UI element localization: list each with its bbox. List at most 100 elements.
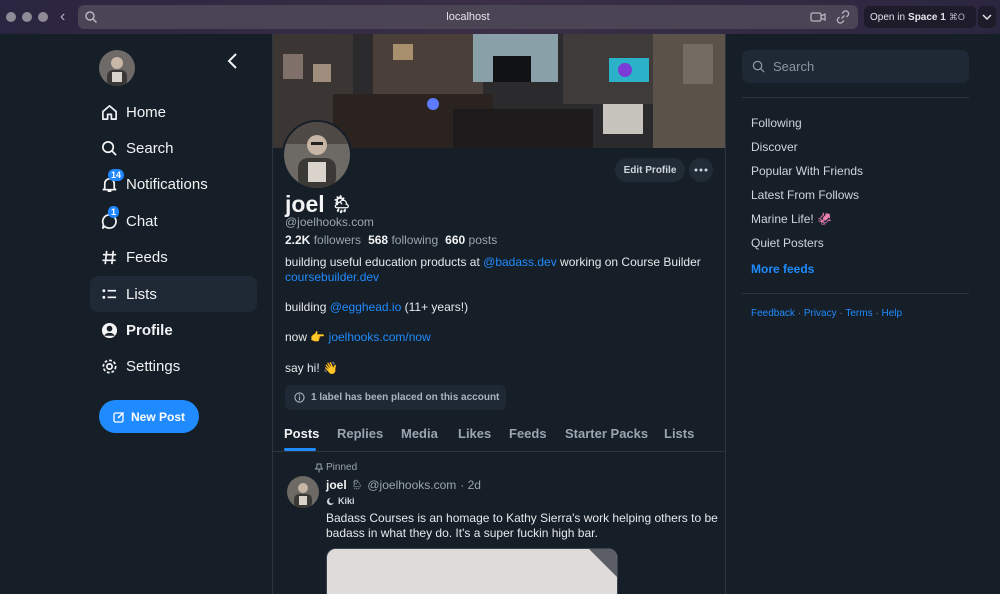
- pinned-indicator: Pinned: [315, 462, 357, 473]
- footer-link-help[interactable]: Help: [882, 308, 903, 319]
- profile-avatar[interactable]: [282, 120, 352, 190]
- collapse-sidebar-icon[interactable]: [226, 52, 240, 70]
- post-label-badge[interactable]: Kiki: [326, 496, 355, 506]
- url-text: localhost: [446, 11, 490, 23]
- active-tab-indicator: [284, 448, 316, 451]
- pinned-label: Pinned: [326, 462, 358, 473]
- home-icon: [100, 103, 118, 121]
- bio-line: say hi! 👋: [285, 361, 338, 375]
- list-icon: [100, 285, 118, 303]
- window-controls[interactable]: [6, 12, 48, 22]
- more-feeds-link[interactable]: More feeds: [751, 262, 814, 276]
- chevron-down-icon[interactable]: [978, 6, 996, 28]
- tab-media[interactable]: Media: [401, 426, 438, 441]
- search-input[interactable]: Search: [742, 50, 969, 83]
- nav-item-search[interactable]: Search: [90, 130, 257, 166]
- feed-link-quiet-posters[interactable]: Quiet Posters: [751, 236, 824, 250]
- bio-text: working on Course Builder: [556, 255, 701, 269]
- chat-icon: 1: [100, 206, 120, 230]
- open-in-target: Space 1: [908, 11, 946, 23]
- footer-links: Feedback · Privacy · Terms · Help: [751, 308, 902, 319]
- bio-text: building useful education products at: [285, 255, 484, 269]
- link-icon[interactable]: [836, 10, 850, 24]
- tab-starter-packs[interactable]: Starter Packs: [565, 426, 648, 441]
- tab-lists[interactable]: Lists: [664, 426, 694, 441]
- tab-replies[interactable]: Replies: [337, 426, 383, 441]
- bio-url-link[interactable]: joelhooks.com/now: [329, 330, 431, 344]
- profile-stats: 2.2K followers 568 following 660 posts: [285, 233, 497, 247]
- profile-icon: [100, 321, 118, 339]
- open-in-space-button[interactable]: Open in Space 1 ⌘O: [864, 6, 976, 28]
- bio-line: building useful education products at @b…: [285, 255, 715, 285]
- search-placeholder: Search: [773, 59, 815, 74]
- followers-count: 2.2K: [285, 233, 311, 247]
- search-icon: [752, 60, 765, 73]
- nav-item-chat[interactable]: 1 Chat: [90, 203, 257, 239]
- bio-url-link[interactable]: coursebuilder.dev: [285, 270, 379, 284]
- nav-item-profile[interactable]: Profile: [90, 312, 257, 348]
- weather-emoji: 🌦: [350, 479, 364, 491]
- post-header: joel 🌦 @joelhooks.com · 2d: [326, 478, 481, 492]
- following-stat[interactable]: 568 following: [368, 233, 438, 247]
- nav-item-feeds[interactable]: Feeds: [90, 239, 257, 275]
- posts-count: 660: [445, 233, 466, 247]
- edit-profile-button[interactable]: Edit Profile: [615, 158, 685, 182]
- post-body: Badass Courses is an homage to Kathy Sie…: [326, 511, 718, 540]
- following-label: following: [391, 233, 439, 247]
- new-post-button[interactable]: New Post: [99, 400, 199, 433]
- bio-text: (11+ years!): [401, 300, 469, 314]
- compose-icon: [113, 411, 125, 423]
- feed-link-latest-from-follows[interactable]: Latest From Follows: [751, 188, 859, 202]
- followers-label: followers: [313, 233, 362, 247]
- feed-link-following[interactable]: Following: [751, 116, 802, 130]
- feed-link-popular-with-friends[interactable]: Popular With Friends: [751, 164, 863, 178]
- following-count: 568: [368, 233, 389, 247]
- post-author-handle[interactable]: @joelhooks.com: [367, 478, 456, 492]
- left-sidebar: Home Search 14 Notifications 1 Chat Feed…: [0, 34, 272, 594]
- nav-item-label: Chat: [126, 212, 158, 230]
- footer-link-feedback[interactable]: Feedback: [751, 308, 795, 319]
- nav-item-notifications[interactable]: 14 Notifications: [90, 166, 257, 202]
- bio-mention-link[interactable]: @badass.dev: [483, 255, 557, 269]
- right-sidebar: Search Following Discover Popular With F…: [726, 34, 1000, 594]
- footer-link-privacy[interactable]: Privacy: [804, 308, 837, 319]
- tab-feeds[interactable]: Feeds: [509, 426, 547, 441]
- post-author-name[interactable]: joel: [326, 478, 347, 492]
- back-icon[interactable]: ‹: [60, 8, 74, 26]
- nav-item-settings[interactable]: Settings: [90, 348, 257, 384]
- profile-handle: @joelhooks.com: [285, 215, 374, 229]
- avatar[interactable]: [99, 50, 135, 86]
- nav-item-home[interactable]: Home: [90, 94, 257, 130]
- posts-stat: 660 posts: [445, 233, 497, 247]
- nav-item-label: Lists: [126, 285, 157, 303]
- camera-icon[interactable]: [810, 10, 826, 24]
- feed-link-marine-life[interactable]: Marine Life! 🦑: [751, 212, 832, 226]
- tab-posts[interactable]: Posts: [284, 426, 319, 441]
- pin-icon: [315, 463, 323, 472]
- more-options-icon[interactable]: [689, 158, 713, 182]
- footer-link-terms[interactable]: Terms: [845, 308, 872, 319]
- nav-item-label: Settings: [126, 357, 181, 375]
- followers-stat[interactable]: 2.2K followers: [285, 233, 361, 247]
- nav-item-label: Notifications: [126, 175, 208, 193]
- bell-icon: 14: [100, 169, 125, 193]
- pointing-emoji: 👉: [310, 330, 326, 344]
- bio-mention-link[interactable]: @egghead.io: [330, 300, 402, 314]
- nav-item-lists[interactable]: Lists: [90, 276, 257, 312]
- post-timestamp[interactable]: · 2d: [460, 478, 481, 492]
- info-icon: [294, 392, 305, 403]
- search-icon: [100, 139, 118, 157]
- post-author-avatar[interactable]: [287, 476, 319, 508]
- post-image[interactable]: [326, 548, 618, 594]
- feed-link-discover[interactable]: Discover: [751, 140, 798, 154]
- notifications-badge: 14: [108, 169, 125, 181]
- chat-badge: 1: [108, 206, 120, 218]
- tab-likes[interactable]: Likes: [458, 426, 491, 441]
- separator: ·: [875, 308, 879, 319]
- account-label-notice[interactable]: 1 label has been placed on this account: [285, 385, 506, 410]
- separator: ·: [839, 308, 843, 319]
- address-bar[interactable]: localhost: [78, 5, 858, 29]
- open-in-label: Open in: [870, 11, 906, 23]
- shortcut-hint: ⌘O: [948, 11, 965, 22]
- display-name-text: joel: [285, 191, 325, 217]
